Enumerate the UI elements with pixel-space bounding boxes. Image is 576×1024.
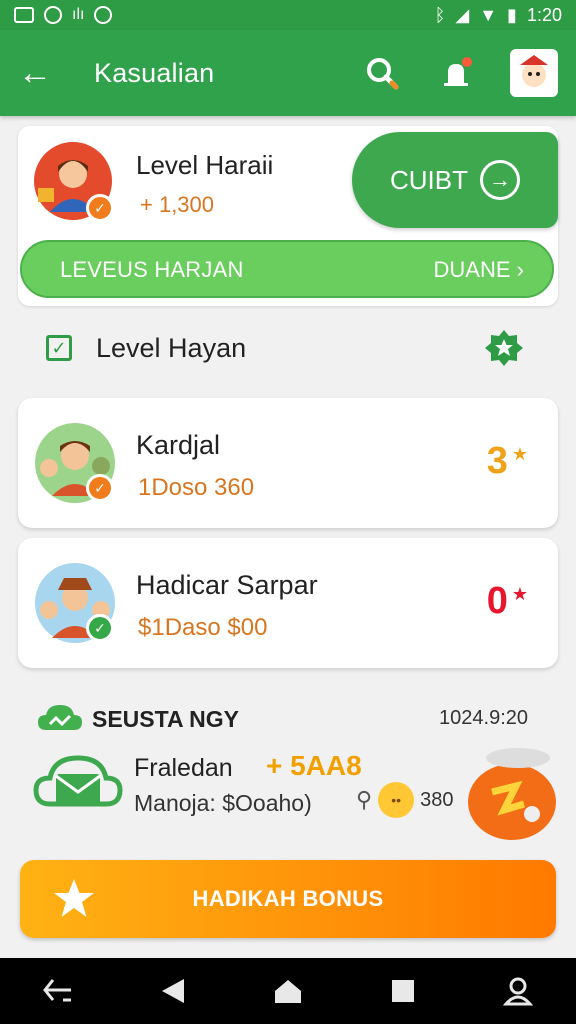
bonus-button[interactable]: HADIKAH BONUS (20, 860, 556, 938)
messenger-icon (44, 6, 62, 24)
triangle-back-icon (161, 979, 184, 1003)
mail-icon (33, 755, 123, 807)
list-item-value: $1Daso $00 (138, 614, 268, 641)
notification-section[interactable]: SEUSTA NGY 1024.9:20 Fraledan + 5AA8 Man… (18, 694, 558, 844)
list-item[interactable]: ✓ Kardjal 1Doso 360 3 ★ (18, 398, 558, 528)
progress-right-text: DUANE (433, 257, 511, 282)
nav-profile-button[interactable] (490, 963, 546, 1019)
rank-number: 0 (486, 580, 508, 622)
notification-subtitle: Manoja: $Ooaho) (134, 790, 312, 816)
user-score: + 1,300 (140, 192, 215, 217)
notification-count-value: 380 (420, 788, 454, 811)
star-badge-icon[interactable] (484, 328, 524, 368)
cuibt-button[interactable]: CUIBT → (352, 132, 558, 228)
notification-count: ⚲ •• 380 (356, 782, 454, 818)
cloud-icon (38, 705, 82, 730)
search-button[interactable] (362, 53, 402, 93)
list-item-name: Hadicar Sarpar (136, 570, 318, 600)
bonus-button-label: HADIKAH BONUS (192, 886, 384, 911)
notification-sender: Fraledan (134, 754, 233, 782)
back-arrow-icon[interactable]: ← (18, 56, 62, 90)
rank-star-icon: ★ (511, 444, 528, 464)
rank-number: 3 (486, 440, 508, 482)
app-bar: ← Kasualian (0, 30, 576, 116)
verified-badge-icon: ✓ (86, 194, 114, 222)
notification-time: 1024.9:20 (439, 707, 528, 729)
list-item-rank: 0 ★ (487, 580, 528, 623)
nav-back-button[interactable] (145, 963, 201, 1019)
list-item-rank: 3 ★ (487, 440, 528, 483)
status-left-icons: ılı (14, 6, 113, 24)
notification-title: SEUSTA NGY (92, 706, 239, 732)
settings-status-icon (94, 6, 113, 24)
user-level-name: Level Haraii (136, 150, 274, 180)
key-icon: ⚲ (356, 787, 373, 812)
honey-pot-icon[interactable] (462, 742, 558, 842)
back-gesture-icon (42, 979, 71, 1002)
status-right-icons: ᛒ ◢ ▼ ▮ 1:20 (435, 5, 562, 26)
coin-face-icon: •• (378, 782, 415, 818)
section-header: ✓ Level Hayan (18, 316, 558, 380)
circle-arrow-icon: → (480, 160, 520, 200)
app-actions (362, 49, 558, 97)
network-icon: ◢ (455, 4, 470, 25)
status-badge-icon: ✓ (86, 614, 114, 642)
progress-label: LEVEUS HARJAN (60, 257, 244, 282)
bluetooth-icon: ᛒ (434, 4, 446, 25)
section-checkbox[interactable]: ✓ (46, 335, 72, 361)
search-icon (367, 58, 399, 90)
section-label: Level Hayan (96, 332, 247, 363)
notification-bonus: + 5AA8 (266, 750, 362, 781)
notification-dot (462, 57, 472, 67)
status-badge-icon: ✓ (86, 474, 114, 502)
list-item[interactable]: ✓ Hadicar Sarpar $1Daso $00 0 ★ (18, 538, 558, 668)
battery-icon: ▮ (507, 4, 517, 25)
notifications-button[interactable] (436, 53, 476, 93)
home-icon (274, 980, 301, 1003)
system-nav-bar (0, 958, 576, 1024)
chevron-right-icon: › (516, 257, 524, 282)
image-icon (14, 7, 34, 23)
nav-recents-button[interactable] (375, 963, 431, 1019)
status-bar: ılı ᛒ ◢ ▼ ▮ 1:20 (0, 0, 576, 30)
profile-avatar[interactable] (510, 49, 558, 97)
nav-home-button[interactable] (260, 963, 316, 1019)
back-swipe-button[interactable] (30, 963, 86, 1019)
cartoon-avatar-icon (520, 55, 548, 87)
group-avatar: ✓ (34, 422, 115, 503)
level-progress-bar[interactable]: LEVEUS HARJAN DUANE › (20, 240, 554, 298)
rank-star-icon: ★ (511, 584, 528, 604)
group-avatar: ✓ (34, 562, 115, 643)
status-time: 1:20 (526, 4, 562, 25)
level-summary-card: ✓ Level Haraii + 1,300 CUIBT → LEVEUS HA… (18, 126, 558, 306)
progress-right-label: DUANE › (434, 257, 524, 283)
page-title: Kasualian (94, 57, 215, 88)
person-icon (503, 977, 534, 1006)
user-avatar: ✓ (34, 142, 114, 222)
list-item-name: Kardjal (136, 430, 221, 460)
signal-strength-icon: ılı (72, 6, 85, 23)
cuibt-label: CUIBT (390, 164, 468, 195)
list-item-value: 1Doso 360 (138, 474, 255, 501)
square-recents-icon (392, 980, 415, 1002)
wifi-icon: ▼ (479, 4, 498, 25)
